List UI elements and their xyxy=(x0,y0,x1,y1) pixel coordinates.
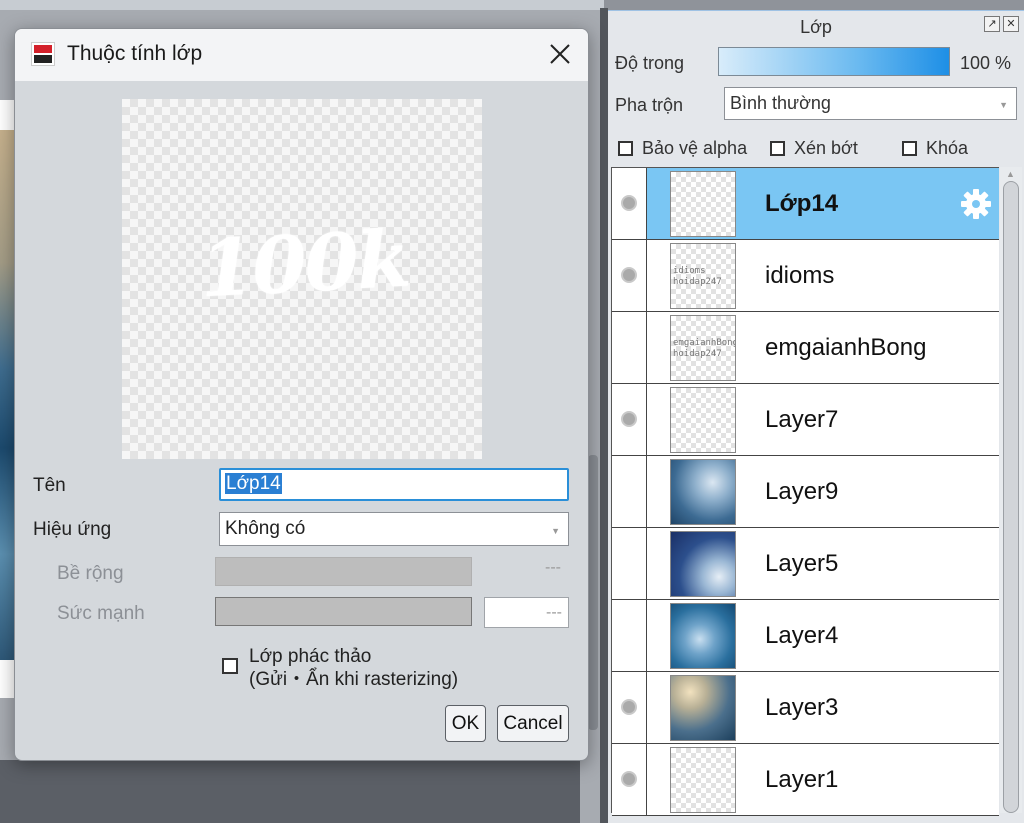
strength-input: --- xyxy=(484,597,569,628)
layer-row[interactable]: emgaianhBong hoidap247 emgaianhBong xyxy=(612,312,999,384)
layer-row[interactable]: idioms hoidap247 idioms xyxy=(612,240,999,312)
app-logo-icon xyxy=(31,42,55,66)
width-value: --- xyxy=(545,559,561,576)
canvas-artwork xyxy=(0,130,14,660)
lock-label: Khóa xyxy=(926,138,969,158)
dialog-titlebar[interactable]: Thuộc tính lớp xyxy=(15,29,588,81)
layer-thumbnail xyxy=(670,459,736,525)
strength-slider xyxy=(215,597,472,626)
layer-row[interactable]: Layer1 xyxy=(612,744,999,816)
panel-title: Lớp xyxy=(800,17,832,37)
blend-mode-label: Pha trộn xyxy=(615,95,684,115)
layer-name: Layer5 xyxy=(765,550,839,577)
layer-name: Layer9 xyxy=(765,478,839,505)
layer-thumbnail xyxy=(670,171,736,237)
layer-list-scrollbar[interactable]: ▲ xyxy=(1000,167,1022,813)
scroll-up-icon[interactable]: ▲ xyxy=(1006,169,1015,179)
layer-panel: Lớp ↗ ✕ Độ trong 100 % Pha trộn Bình thư… xyxy=(608,10,1024,823)
visibility-dot-icon[interactable] xyxy=(621,699,637,715)
effect-label: Hiệu ứng xyxy=(33,519,112,540)
visibility-dot-icon[interactable] xyxy=(621,411,637,427)
blend-mode-value: Bình thường xyxy=(730,93,831,113)
layer-thumbnail xyxy=(670,387,736,453)
draft-layer-label: Lớp phác thảo (Gửi・Ẩn khi rasterizing) xyxy=(249,645,458,691)
close-icon[interactable] xyxy=(545,39,575,69)
draft-layer-label-line1: Lớp phác thảo xyxy=(249,646,372,667)
checkbox-box[interactable] xyxy=(770,141,785,156)
opacity-value: 100 % xyxy=(960,53,1012,73)
visibility-toggle[interactable] xyxy=(612,384,647,455)
clipping-checkbox[interactable]: Xén bớt xyxy=(770,138,858,159)
layer-preview: 100k xyxy=(122,99,482,459)
layer-properties-dialog: Thuộc tính lớp 100k Tên Lớp14 Hiệu ứng K… xyxy=(14,28,589,761)
layer-list: Lớp14 idioms hoidap247 idioms emgaianhBong … xyxy=(611,167,999,816)
cancel-button[interactable]: Cancel xyxy=(497,705,569,742)
layer-name: Layer7 xyxy=(765,406,839,433)
opacity-slider[interactable] xyxy=(718,47,950,76)
thumbnail-text: idioms hoidap247 xyxy=(673,266,722,287)
effect-select[interactable]: Không có ▼ xyxy=(219,512,569,546)
layer-thumbnail xyxy=(670,531,736,597)
visibility-toggle[interactable] xyxy=(612,672,647,743)
width-slider xyxy=(215,557,472,586)
chevron-down-icon: ▼ xyxy=(551,526,560,536)
visibility-dot-icon[interactable] xyxy=(621,267,637,283)
clipping-label: Xén bớt xyxy=(794,138,858,158)
preview-content-text: 100k xyxy=(197,213,412,316)
width-label: Bề rộng xyxy=(57,563,124,584)
blend-mode-select[interactable]: Bình thường ▼ xyxy=(724,87,1017,120)
layer-row[interactable]: Layer9 xyxy=(612,456,999,528)
layer-name: emgaianhBong xyxy=(765,334,927,361)
layer-thumbnail: emgaianhBong hoidap247 xyxy=(670,315,736,381)
scrollbar-thumb[interactable] xyxy=(1003,181,1019,813)
lock-checkbox[interactable]: Khóa xyxy=(902,138,968,159)
visibility-toggle[interactable] xyxy=(612,168,647,239)
protect-alpha-checkbox[interactable]: Bảo vệ alpha xyxy=(618,138,747,159)
gear-icon[interactable] xyxy=(958,186,994,222)
layer-name-input[interactable]: Lớp14 xyxy=(219,468,569,501)
canvas-top-strip xyxy=(0,0,604,10)
dialog-title: Thuộc tính lớp xyxy=(67,42,203,65)
visibility-dot-icon[interactable] xyxy=(621,771,637,787)
strength-label: Sức mạnh xyxy=(57,603,145,624)
layer-row[interactable]: Layer4 xyxy=(612,600,999,672)
chevron-down-icon: ▼ xyxy=(999,100,1008,110)
layer-name: Layer3 xyxy=(765,694,839,721)
layer-row[interactable]: Layer7 xyxy=(612,384,999,456)
name-label: Tên xyxy=(33,475,66,496)
visibility-toggle[interactable] xyxy=(612,744,647,815)
protect-alpha-label: Bảo vệ alpha xyxy=(642,138,748,158)
layer-name: Layer4 xyxy=(765,622,839,649)
visibility-toggle[interactable] xyxy=(612,240,647,311)
thumbnail-text: emgaianhBong hoidap247 xyxy=(673,338,736,359)
layer-thumbnail xyxy=(670,603,736,669)
visibility-toggle[interactable] xyxy=(612,456,647,527)
opacity-label: Độ trong xyxy=(615,53,685,73)
canvas-bottom-area xyxy=(0,760,580,823)
draft-layer-label-line2: (Gửi・Ẩn khi rasterizing) xyxy=(249,669,459,690)
checkbox-box[interactable] xyxy=(902,141,917,156)
checkbox-box[interactable] xyxy=(618,141,633,156)
panel-divider[interactable] xyxy=(600,8,608,823)
visibility-dot-icon[interactable] xyxy=(621,195,637,211)
layer-row[interactable]: Layer5 xyxy=(612,528,999,600)
layer-row[interactable]: Lớp14 xyxy=(612,168,999,240)
visibility-toggle[interactable] xyxy=(612,528,647,599)
effect-value: Không có xyxy=(225,518,306,539)
draft-layer-checkbox[interactable] xyxy=(222,658,238,674)
panel-close-icon[interactable]: ✕ xyxy=(1003,16,1019,32)
visibility-toggle[interactable] xyxy=(612,312,647,383)
visibility-toggle[interactable] xyxy=(612,600,647,671)
layer-name: Lớp14 xyxy=(765,190,839,217)
layer-thumbnail xyxy=(670,675,736,741)
layer-name-value: Lớp14 xyxy=(225,473,282,494)
layer-name: idioms xyxy=(765,262,835,289)
layer-thumbnail xyxy=(670,747,736,813)
layer-row[interactable]: Layer3 xyxy=(612,672,999,744)
ok-button[interactable]: OK xyxy=(445,705,486,742)
undock-icon[interactable]: ↗ xyxy=(984,16,1000,32)
layer-name: Layer1 xyxy=(765,766,839,793)
layer-thumbnail: idioms hoidap247 xyxy=(670,243,736,309)
canvas-scrollbar[interactable] xyxy=(588,455,598,730)
